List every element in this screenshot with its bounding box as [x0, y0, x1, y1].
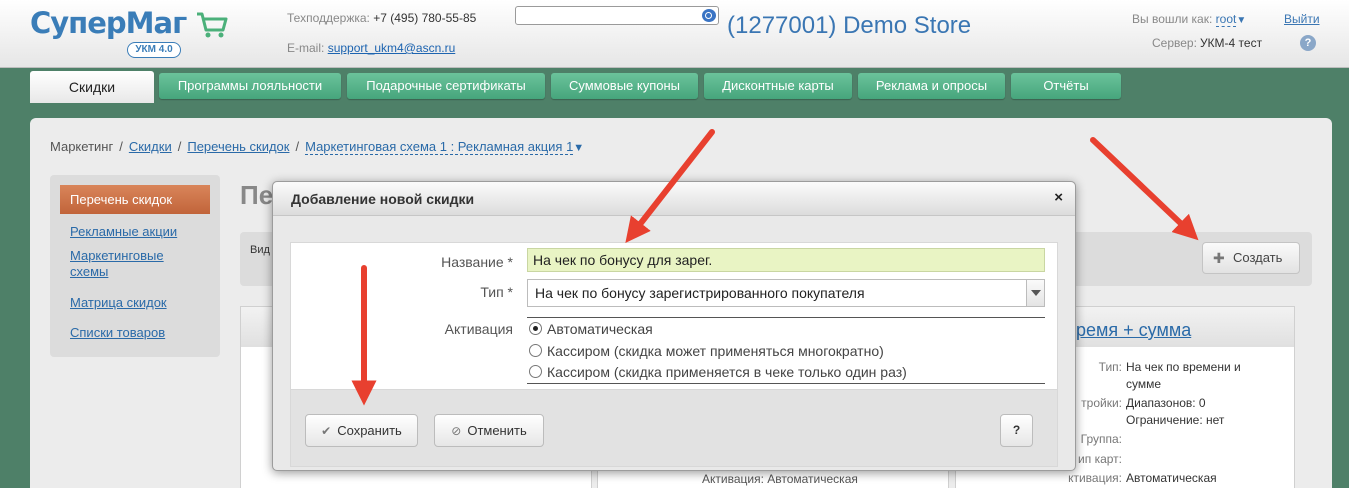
close-icon[interactable]: ×: [1054, 189, 1063, 206]
chevron-down-icon[interactable]: ▼: [1236, 15, 1246, 26]
radio-checked-icon[interactable]: [529, 322, 542, 335]
name-label: Название *: [441, 254, 513, 270]
card-field-value: Ограничение: нет: [1126, 413, 1225, 427]
store-title: (1277001) Demo Store: [727, 12, 972, 39]
sidebar-item-discount-matrix[interactable]: Матрица скидок: [70, 295, 167, 311]
tab-reports[interactable]: Отчёты: [1011, 73, 1121, 99]
radio-activation-cashier-once[interactable]: Кассиром (скидка применяется в чеке толь…: [529, 364, 907, 380]
version-badge: УКМ 4.0: [127, 42, 181, 58]
type-select[interactable]: На чек по бонусу зарегистрированного пок…: [527, 279, 1045, 307]
check-icon: ✔: [321, 424, 332, 438]
server-value: УКМ-4 тест: [1199, 36, 1263, 50]
support-info: Техподдержка: +7 (495) 780-55-85 E-mail:…: [287, 10, 476, 56]
breadcrumb-separator: /: [177, 139, 182, 154]
app-header: СуперМаг УКМ 4.0 Техподдержка: +7 (495) …: [0, 0, 1349, 68]
help-button[interactable]: ?: [1000, 414, 1033, 447]
radio-label: Кассиром (скидка применяется в чеке толь…: [547, 364, 907, 380]
sidebar-item-marketing-schemes-2[interactable]: схемы: [70, 264, 108, 280]
activation-label: Активация: [444, 321, 513, 337]
type-select-value: На чек по бонусу зарегистрированного пок…: [535, 285, 865, 301]
breadcrumb-discounts[interactable]: Скидки: [129, 139, 172, 154]
search-icon[interactable]: [702, 9, 716, 22]
save-button[interactable]: ✔ Сохранить: [305, 414, 418, 447]
radio-label: Автоматическая: [547, 321, 653, 337]
cancel-icon: ⊘: [451, 424, 462, 438]
radio-icon[interactable]: [529, 344, 542, 357]
tab-gift-certificates[interactable]: Подарочные сертификаты: [347, 73, 545, 99]
card-field-value: Диапазонов: 0: [1126, 396, 1206, 410]
breadcrumb-discount-list[interactable]: Перечень скидок: [187, 139, 289, 154]
type-label: Тип *: [480, 284, 513, 300]
tab-ads-polls[interactable]: Реклама и опросы: [858, 73, 1005, 99]
dialog-title: Добавление новой скидки: [291, 191, 475, 207]
radio-icon[interactable]: [529, 365, 542, 378]
support-email-link[interactable]: support_ukm4@ascn.ru: [328, 41, 456, 55]
user-info: Вы вошли как: root▼: [1132, 12, 1246, 27]
create-button[interactable]: ✚ Создать: [1202, 242, 1300, 274]
chevron-down-icon[interactable]: ▼: [573, 142, 584, 154]
radio-label: Кассиром (скидка может применяться много…: [547, 343, 884, 359]
sidebar-item-product-lists[interactable]: Списки товаров: [70, 325, 165, 341]
radio-activation-cashier-multi[interactable]: Кассиром (скидка может применяться много…: [529, 343, 884, 359]
tab-discount-cards[interactable]: Дисконтные карты: [704, 73, 852, 99]
radio-activation-auto[interactable]: Автоматическая: [529, 321, 653, 337]
card-field-value: На чек по времени и: [1126, 360, 1241, 374]
create-button-label: Создать: [1233, 250, 1283, 265]
name-field[interactable]: На чек по бонусу для зарег.: [527, 248, 1045, 272]
server-label: Сервер:: [1152, 36, 1197, 50]
cart-icon: [197, 12, 228, 38]
support-phone: +7 (495) 780-55-85: [373, 11, 477, 25]
divider: [527, 383, 1045, 384]
card-title-link[interactable]: ремя + сумма: [1076, 320, 1191, 341]
support-label: Техподдержка:: [287, 11, 370, 25]
divider: [527, 317, 1045, 318]
logout-link[interactable]: Выйти: [1284, 12, 1320, 26]
breadcrumb-root: Маркетинг: [50, 139, 114, 154]
card-activation-text: Активация: Автоматическая: [702, 472, 858, 486]
view-label: Вид: [250, 244, 270, 256]
sidebar-item-discount-list[interactable]: Перечень скидок: [60, 185, 210, 214]
add-discount-dialog: Добавление новой скидки × Название * На …: [272, 181, 1076, 471]
user-menu[interactable]: root: [1215, 12, 1237, 27]
save-button-label: Сохранить: [337, 423, 402, 438]
tab-discounts[interactable]: Скидки: [30, 71, 154, 103]
dialog-header: Добавление новой скидки ×: [273, 182, 1075, 216]
cancel-button-label: Отменить: [467, 423, 527, 438]
card-field-label: ктивация:: [1068, 471, 1122, 485]
tab-loyalty[interactable]: Программы лояльности: [159, 73, 341, 99]
sidebar-item-marketing-schemes[interactable]: Маркетинговые: [70, 248, 164, 264]
card-field-value: Автоматическая: [1126, 471, 1217, 485]
help-icon[interactable]: ?: [1300, 35, 1316, 51]
sidebar-item-ad-campaigns[interactable]: Рекламные акции: [70, 224, 177, 240]
email-label: E-mail:: [287, 41, 325, 55]
tab-coupons[interactable]: Суммовые купоны: [551, 73, 698, 99]
server-info: Сервер: УКМ-4 тест: [1152, 36, 1262, 50]
cancel-button[interactable]: ⊘ Отменить: [434, 414, 544, 447]
breadcrumb-separator: /: [119, 139, 123, 154]
breadcrumb-separator: /: [295, 139, 300, 154]
card-field-value: сумме: [1126, 377, 1162, 391]
logo-text: СуперМаг: [30, 6, 187, 40]
plus-icon: ✚: [1213, 250, 1225, 266]
breadcrumb: Маркетинг / Скидки / Перечень скидок / Маркети…: [50, 139, 584, 155]
breadcrumb-scheme-dropdown[interactable]: Маркетинговая схема 1 : Рекламная акция …: [305, 139, 574, 155]
chevron-down-icon[interactable]: [1026, 280, 1044, 306]
logo[interactable]: СуперМаг УКМ 4.0: [30, 6, 228, 58]
logged-as-label: Вы вошли как:: [1132, 12, 1213, 26]
page-title: Пе: [240, 180, 274, 210]
search-input[interactable]: [515, 6, 719, 25]
main-nav: Скидки Программы лояльности Подарочные с…: [0, 69, 1349, 107]
